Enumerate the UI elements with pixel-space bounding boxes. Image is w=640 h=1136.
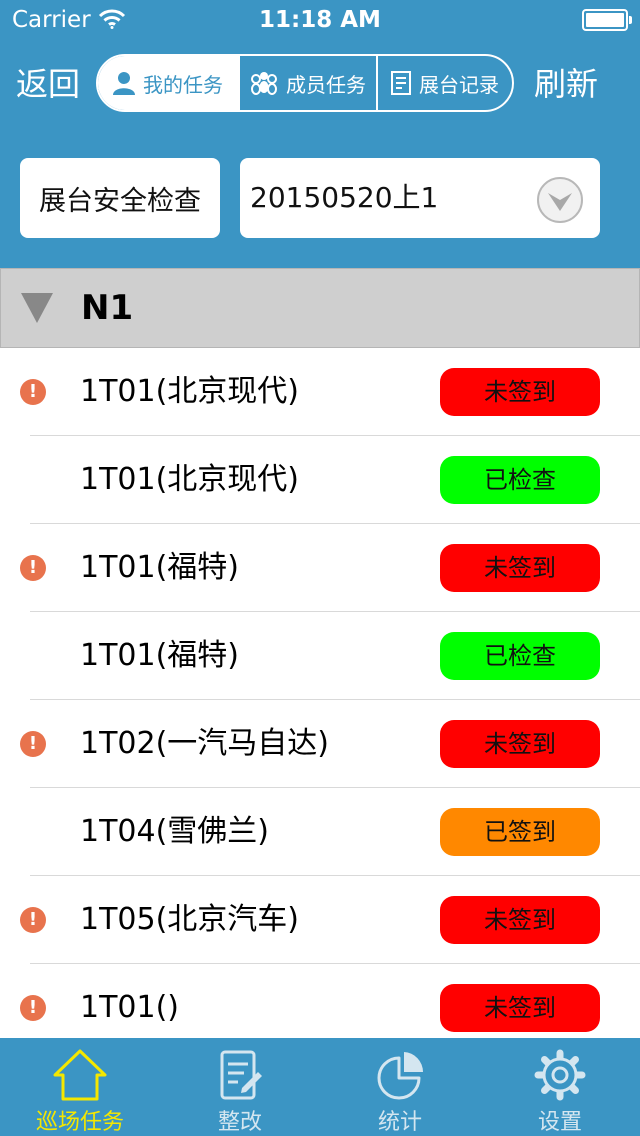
back-button[interactable]: 返回 [16, 60, 80, 108]
group-title: N1 [81, 288, 134, 328]
task-type-selector[interactable]: 展台安全检查 [20, 158, 220, 238]
tab-member-tasks-label: 成员任务 [286, 72, 366, 97]
batch-value: 20150520上1 [250, 181, 439, 214]
status-time: 11:18 AM [259, 7, 381, 33]
tab-my-tasks[interactable]: 我的任务 [98, 56, 238, 110]
booth-name: 1T04(雪佛兰) [80, 814, 269, 849]
status-badge[interactable]: 未签到 [440, 368, 600, 416]
tab-statistics[interactable]: 统计 [320, 1038, 480, 1136]
group-header[interactable]: N1 [0, 268, 640, 348]
status-badge[interactable]: 未签到 [440, 896, 600, 944]
task-type-label: 展台安全检查 [39, 185, 201, 217]
status-badge[interactable]: 已检查 [440, 456, 600, 504]
edit-document-icon [220, 1050, 262, 1100]
list-item[interactable]: ! 1T01(北京现代) 未签到 [0, 348, 640, 436]
booth-name: 1T01(福特) [80, 638, 239, 673]
list-item[interactable]: ! 1T01(福特) 未签到 [0, 524, 640, 612]
status-badge[interactable]: 已检查 [440, 632, 600, 680]
booth-list: ! 1T01(北京现代) 未签到 1T01(北京现代) 已检查! 1T01(福特) 未签到 1… [0, 348, 640, 1052]
list-item[interactable]: 1T01(北京现代) 已检查 [0, 436, 640, 524]
status-badge[interactable]: 未签到 [440, 984, 600, 1032]
status-badge[interactable]: 已签到 [440, 808, 600, 856]
booth-name: 1T05(北京汽车) [80, 902, 299, 937]
chevron-down-icon[interactable] [536, 176, 584, 224]
person-icon [113, 72, 135, 95]
tab-settings-label: 设置 [537, 1110, 582, 1135]
alert-icon: ! [20, 995, 46, 1021]
alert-icon: ! [20, 731, 46, 757]
top-bar: Carrier 11:18 AM 返回 我的任务 成员任务 展台记录 刷新 展台… [0, 0, 640, 268]
tab-patrol-tasks-label: 巡场任务 [35, 1110, 124, 1135]
booth-name: 1T02(一汽马自达) [80, 726, 329, 761]
alert-icon: ! [20, 555, 46, 581]
tab-member-tasks[interactable]: 成员任务 [238, 56, 376, 110]
tab-rectify[interactable]: 整改 [160, 1038, 320, 1136]
house-icon [53, 1049, 107, 1101]
record-icon [391, 71, 411, 95]
triangle-down-icon [21, 293, 53, 323]
booth-name: 1T01(北京现代) [80, 374, 299, 409]
status-badge[interactable]: 未签到 [440, 544, 600, 592]
tab-rectify-label: 整改 [217, 1110, 262, 1135]
tab-booth-records[interactable]: 展台记录 [376, 56, 512, 110]
list-item[interactable]: ! 1T02(一汽马自达) 未签到 [0, 700, 640, 788]
status-bar: Carrier 11:18 AM [0, 0, 640, 40]
list-item[interactable]: 1T04(雪佛兰) 已签到 [0, 788, 640, 876]
status-badge[interactable]: 未签到 [440, 720, 600, 768]
tab-bar: 巡场任务 整改 统计 设置 [0, 1038, 640, 1136]
group-icon [251, 72, 277, 95]
task-segmented-control: 我的任务 成员任务 展台记录 [96, 54, 514, 112]
list-item[interactable]: ! 1T05(北京汽车) 未签到 [0, 876, 640, 964]
tab-patrol-tasks[interactable]: 巡场任务 [0, 1038, 160, 1136]
alert-icon: ! [20, 907, 46, 933]
list-item[interactable]: 1T01(福特) 已检查 [0, 612, 640, 700]
pie-chart-icon [377, 1052, 423, 1100]
batch-selector[interactable]: 20150520上1 [240, 158, 600, 238]
tab-my-tasks-label: 我的任务 [143, 72, 223, 97]
booth-name: 1T01(北京现代) [80, 462, 299, 497]
refresh-button[interactable]: 刷新 [534, 60, 598, 108]
booth-name: 1T01(福特) [80, 550, 239, 585]
alert-icon: ! [20, 379, 46, 405]
tab-statistics-label: 统计 [377, 1110, 422, 1135]
tab-booth-records-label: 展台记录 [419, 72, 499, 97]
tab-settings[interactable]: 设置 [480, 1038, 640, 1136]
battery-icon [582, 9, 632, 31]
gear-icon [534, 1049, 586, 1101]
